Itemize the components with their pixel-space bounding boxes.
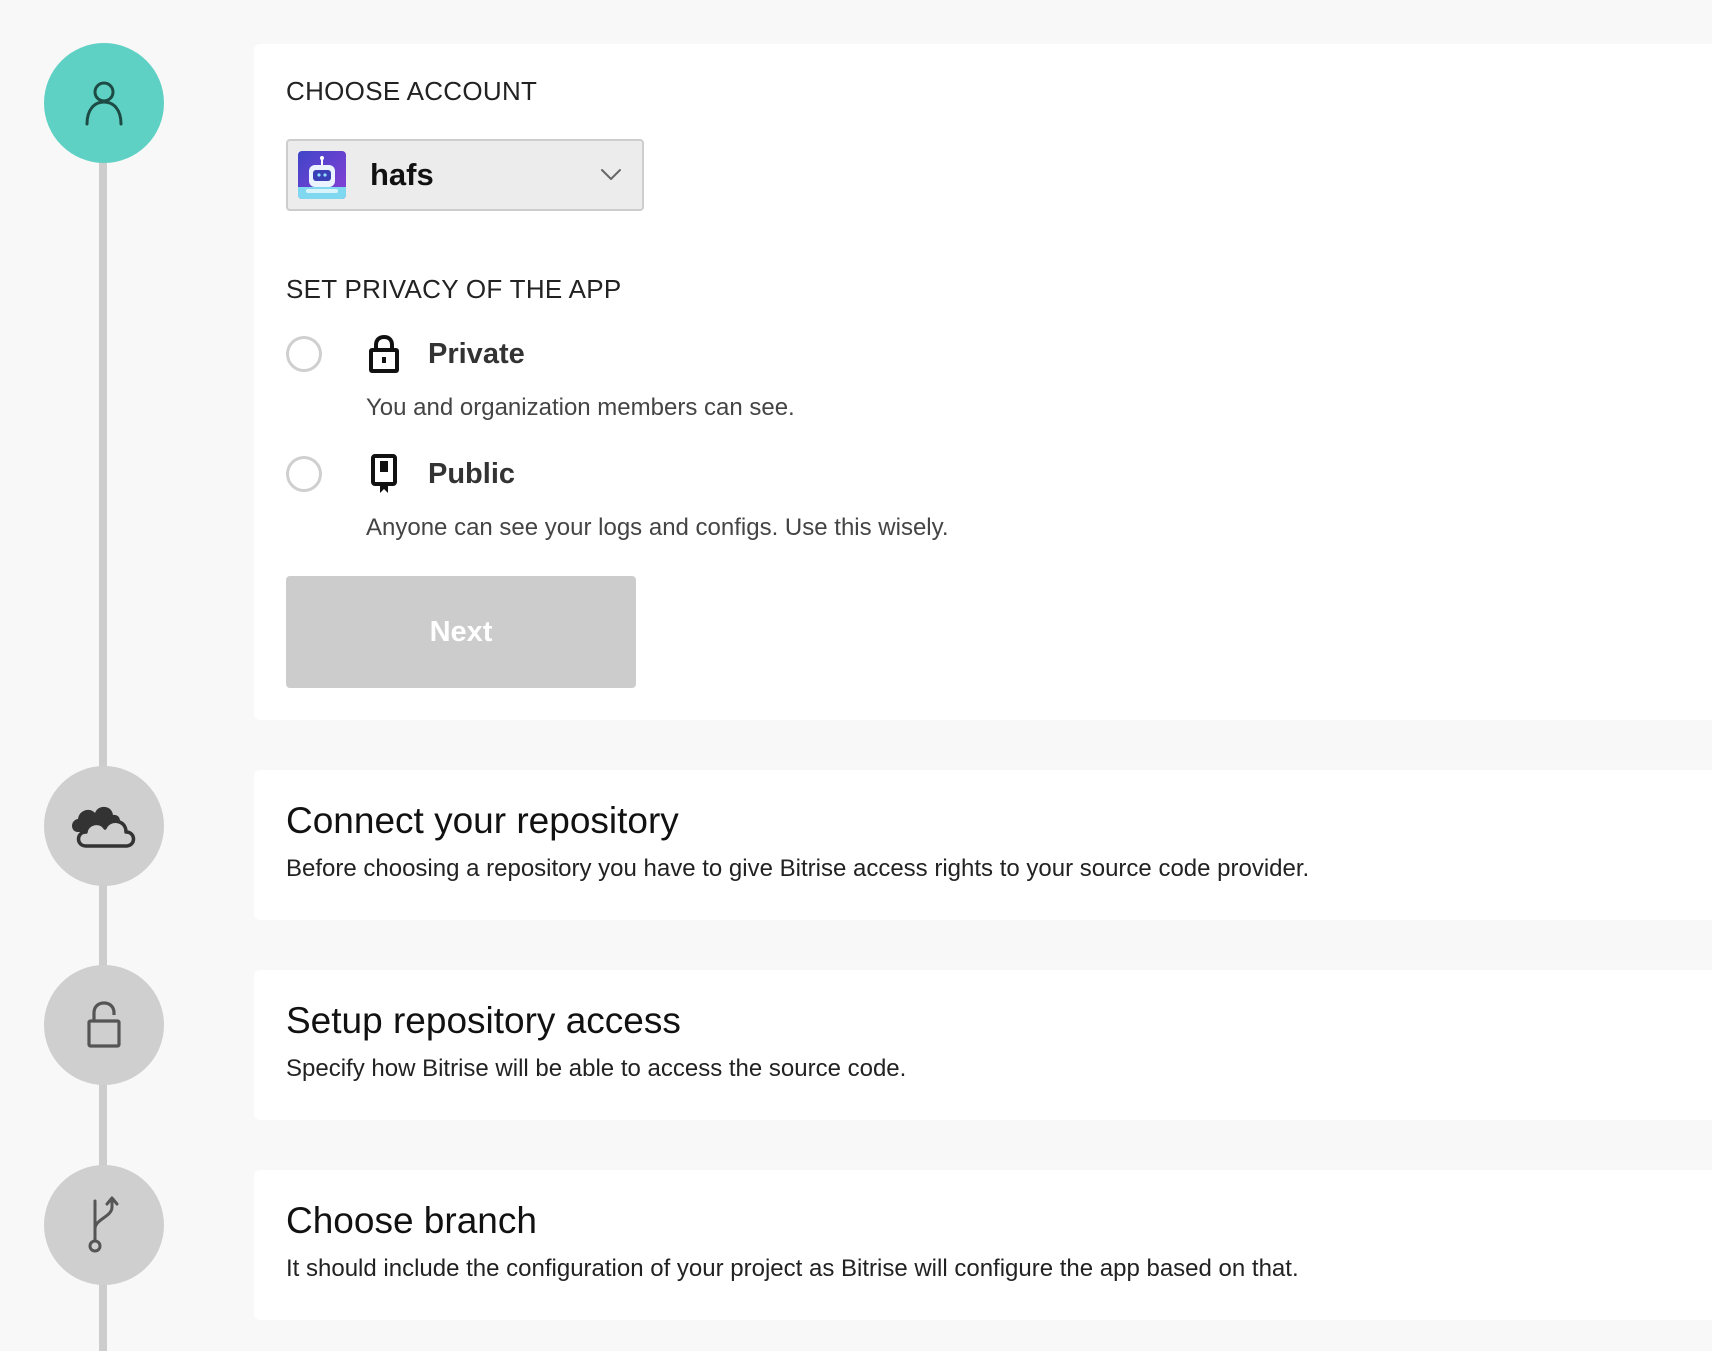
git-branch-icon — [86, 1195, 122, 1255]
repository-access-description: Specify how Bitrise will be able to acce… — [286, 1055, 907, 1082]
privacy-option-private[interactable]: Private — [286, 334, 525, 374]
choose-branch-card: Choose branch It should include the conf… — [254, 1170, 1712, 1320]
connect-repository-card: Connect your repository Before choosing … — [254, 770, 1712, 920]
privacy-label: SET PRIVACY OF THE APP — [286, 274, 622, 304]
repository-access-title: Setup repository access — [286, 1000, 681, 1041]
step-account — [44, 43, 164, 163]
private-title: Private — [428, 337, 525, 370]
choose-branch-description: It should include the configuration of y… — [286, 1255, 1299, 1282]
private-radio[interactable] — [286, 336, 322, 372]
public-radio[interactable] — [286, 456, 322, 492]
robot-avatar-icon — [298, 151, 346, 199]
selected-account-name: hafs — [370, 157, 434, 192]
cloud-icon — [68, 802, 140, 850]
private-description: You and organization members can see. — [366, 394, 795, 421]
user-icon — [84, 80, 124, 126]
account-dropdown[interactable]: hafs — [286, 139, 644, 211]
step-access — [44, 965, 164, 1085]
public-title: Public — [428, 457, 516, 490]
lock-icon — [366, 334, 402, 374]
chevron-down-icon — [600, 168, 622, 182]
next-button[interactable]: Next — [286, 576, 636, 688]
repository-access-card: Setup repository access Specify how Bitr… — [254, 970, 1712, 1120]
timeline-line — [99, 90, 107, 1351]
choose-branch-title: Choose branch — [286, 1200, 537, 1241]
connect-repository-title: Connect your repository — [286, 800, 679, 841]
public-badge-icon — [366, 454, 402, 494]
step-repository — [44, 766, 164, 886]
privacy-option-public[interactable]: Public — [286, 454, 515, 494]
step-branch — [44, 1165, 164, 1285]
account-card: CHOOSE ACCOUNT hafs SET PRIVACY OF THE A… — [254, 44, 1712, 720]
choose-account-label: CHOOSE ACCOUNT — [286, 76, 538, 106]
lock-open-icon — [86, 1001, 122, 1049]
public-description: Anyone can see your logs and configs. Us… — [366, 514, 949, 541]
connect-repository-description: Before choosing a repository you have to… — [286, 855, 1310, 882]
